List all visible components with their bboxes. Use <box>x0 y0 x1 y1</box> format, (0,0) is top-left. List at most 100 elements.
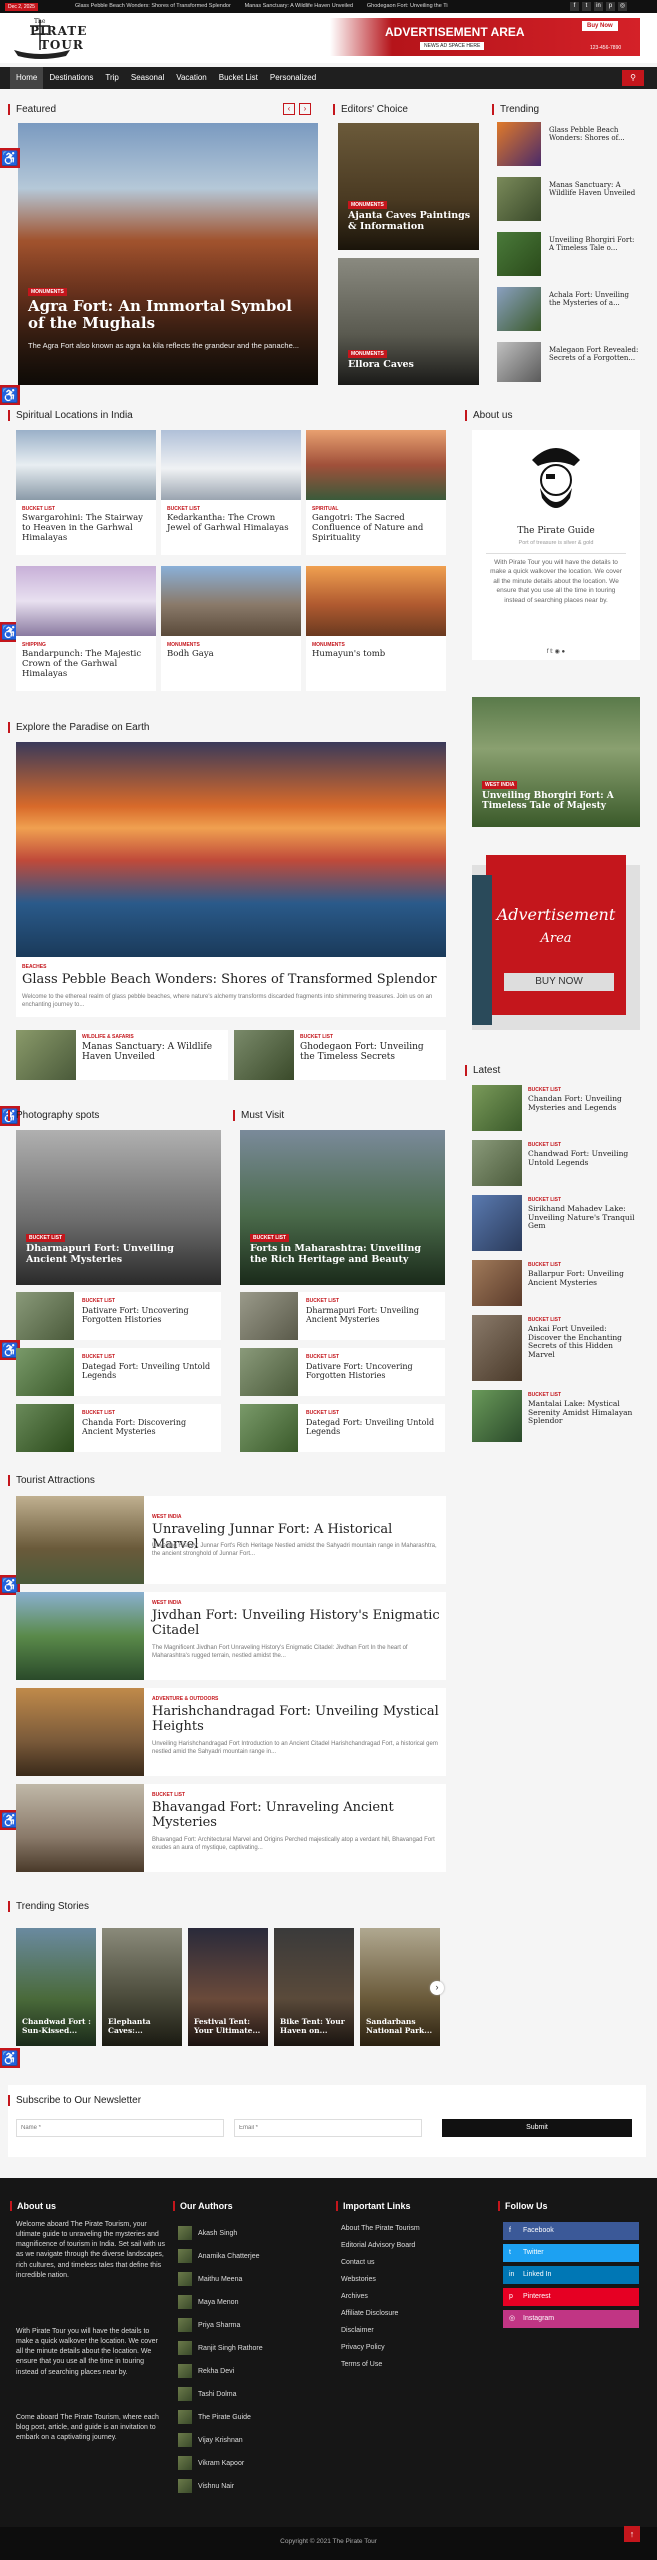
ticker-item[interactable]: Glass Pebble Beach Wonders: Shores of Tr… <box>75 3 231 9</box>
trending-item[interactable]: Unveiling Bhorgiri Fort: A Timeless Tale… <box>497 232 643 282</box>
featured-tag[interactable]: MONUMENTS <box>28 288 67 296</box>
card-tag[interactable]: SPIRITUAL <box>312 506 338 512</box>
author-link[interactable]: Ranjit Singh Rathore <box>178 2341 263 2355</box>
back-to-top-button[interactable]: ↑ <box>624 2526 640 2542</box>
spiritual-card[interactable]: MONUMENTS Bodh Gaya <box>161 566 301 691</box>
instagram-icon[interactable]: ● <box>562 649 566 655</box>
card-headline[interactable]: Chanda Fort: Discovering Ancient Mysteri… <box>82 1418 217 1436</box>
author-link[interactable]: Vishnu Nair <box>178 2479 234 2493</box>
story-title[interactable]: Elephanta Caves:... <box>108 2017 178 2035</box>
facebook-icon[interactable]: f <box>547 649 549 655</box>
news-ticker[interactable]: Glass Pebble Beach Wonders: Shores of Tr… <box>75 3 505 11</box>
latest-item[interactable]: BUCKET LIST Sirikhand Mahadev Lake: Unvei… <box>472 1195 640 1255</box>
latest-item[interactable]: BUCKET LIST Ankai Fort Unveiled: Discover… <box>472 1315 640 1385</box>
latest-item[interactable]: BUCKET LIST Chandan Fort: Unveiling Myste… <box>472 1085 640 1135</box>
footer-link[interactable]: Affiliate Disclosure <box>341 2310 398 2317</box>
card-tag[interactable]: SHIPPING <box>22 642 46 648</box>
card-tag[interactable]: BUCKET LIST <box>306 1410 339 1416</box>
twitter-icon[interactable]: 𝕥 <box>550 649 553 655</box>
card-tag[interactable]: BUCKET LIST <box>250 1234 290 1242</box>
card-headline[interactable]: Forts in Maharashtra: Unveiling the Rich… <box>250 1243 440 1266</box>
tourist-item[interactable]: ADVENTURE & OUTDOORS Harishchandragad For… <box>16 1688 446 1776</box>
author-link[interactable]: Tashi Dolma <box>178 2387 237 2401</box>
story-title[interactable]: Bike Tent: Your Haven on... <box>280 2017 350 2035</box>
mustvisit-item[interactable]: BUCKET LIST Dategad Fort: Unveiling Untol… <box>240 1404 445 1452</box>
photo-item[interactable]: BUCKET LIST Chanda Fort: Discovering Anci… <box>16 1404 221 1452</box>
nav-search-button[interactable]: ⚲ <box>622 70 644 86</box>
author-link[interactable]: Priya Sharma <box>178 2318 240 2332</box>
card-headline[interactable]: Dativare Fort: Uncovering Forgotten Hist… <box>306 1362 441 1380</box>
sidebar-ad[interactable]: Advertisement Area BUY NOW <box>472 855 640 1035</box>
facebook-icon[interactable]: f <box>570 2 579 11</box>
card-headline[interactable]: Bodh Gaya <box>167 649 297 660</box>
photo-item[interactable]: BUCKET LIST Dategad Fort: Unveiling Untol… <box>16 1348 221 1396</box>
card-tag[interactable]: BUCKET LIST <box>528 1197 561 1203</box>
photo-item[interactable]: BUCKET LIST Dativare Fort: Uncovering For… <box>16 1292 221 1340</box>
explore-headline[interactable]: Glass Pebble Beach Wonders: Shores of Tr… <box>22 972 442 988</box>
explore-image[interactable] <box>16 742 446 957</box>
nav-seasonal[interactable]: Seasonal <box>125 67 170 89</box>
story-card[interactable]: Elephanta Caves:... <box>102 1928 182 2046</box>
trending-thumb[interactable] <box>497 177 541 221</box>
story-card[interactable]: Festival Tent: Your Ultimate... <box>188 1928 268 2046</box>
promo-tag[interactable]: WEST INDIA <box>482 781 518 789</box>
trending-headline[interactable]: Achala Fort: Unveiling the Mysteries of … <box>549 291 639 307</box>
card-tag[interactable]: WEST INDIA <box>152 1600 181 1606</box>
footer-link[interactable]: Terms of Use <box>341 2361 382 2368</box>
card-tag[interactable]: BUCKET LIST <box>528 1262 561 1268</box>
card-headline[interactable]: Jivdhan Fort: Unveiling History's Enigma… <box>152 1608 442 1639</box>
linkedin-icon[interactable]: in <box>594 2 603 11</box>
featured-headline[interactable]: Agra Fort: An Immortal Symbol of the Mug… <box>28 297 308 333</box>
trending-headline[interactable]: Manas Sanctuary: A Wildlife Haven Unveil… <box>549 181 639 197</box>
card-headline[interactable]: Dharmapuri Fort: Unveiling Ancient Myste… <box>306 1306 441 1324</box>
nav-vacation[interactable]: Vacation <box>170 67 213 89</box>
editors-card-2[interactable]: MONUMENTS Ellora Caves <box>338 258 479 385</box>
card-tag[interactable]: BUCKET LIST <box>528 1392 561 1398</box>
ticker-item[interactable]: Manas Sanctuary: A Wildlife Haven Unveil… <box>245 3 354 9</box>
nav-trip[interactable]: Trip <box>99 67 124 89</box>
editors-headline[interactable]: Ajanta Caves Paintings & Information <box>348 210 473 233</box>
card-headline[interactable]: Dategad Fort: Unveiling Untold Legends <box>306 1418 441 1436</box>
ad-buy-button[interactable]: Buy Now <box>582 21 618 31</box>
card-headline[interactable]: Ghodegaon Fort: Unveiling the Timeless S… <box>300 1042 440 1063</box>
card-tag[interactable]: BUCKET LIST <box>528 1142 561 1148</box>
footer-link[interactable]: Editorial Advisory Board <box>341 2242 415 2249</box>
trending-headline[interactable]: Glass Pebble Beach Wonders: Shores of... <box>549 126 639 142</box>
card-headline[interactable]: Bhavangad Fort: Unraveling Ancient Myste… <box>152 1800 442 1831</box>
trending-thumb[interactable] <box>497 342 541 382</box>
card-tag[interactable]: BUCKET LIST <box>82 1298 115 1304</box>
mustvisit-item[interactable]: BUCKET LIST Dativare Fort: Uncovering For… <box>240 1348 445 1396</box>
footer-link[interactable]: Disclaimer <box>341 2327 374 2334</box>
card-tag[interactable]: BUCKET LIST <box>22 506 55 512</box>
story-card[interactable]: Bike Tent: Your Haven on... <box>274 1928 354 2046</box>
explore-small-card[interactable]: WILDLIFE & SAFARIS Manas Sanctuary: A Wil… <box>16 1030 228 1080</box>
card-tag[interactable]: BUCKET LIST <box>306 1354 339 1360</box>
author-link[interactable]: Akash Singh <box>178 2226 237 2240</box>
card-headline[interactable]: Chandan Fort: Unveiling Mysteries and Le… <box>528 1094 636 1112</box>
follow-linkedin-button[interactable]: in Linked In <box>503 2266 639 2284</box>
footer-link[interactable]: Webstories <box>341 2276 376 2283</box>
trending-item[interactable]: Glass Pebble Beach Wonders: Shores of... <box>497 122 643 172</box>
story-title[interactable]: Chandwad Fort : Sun-Kissed... <box>22 2017 92 2035</box>
story-title[interactable]: Sandarbans National Park... <box>366 2017 436 2035</box>
trending-thumb[interactable] <box>497 232 541 276</box>
mustvisit-main-card[interactable]: BUCKET LIST Forts in Maharashtra: Unveil… <box>240 1130 445 1285</box>
instagram-icon[interactable]: ◎ <box>618 2 627 11</box>
latest-item[interactable]: BUCKET LIST Ballarpur Fort: Unveiling Anc… <box>472 1260 640 1310</box>
card-headline[interactable]: Harishchandragad Fort: Unveiling Mystica… <box>152 1704 442 1735</box>
trending-item[interactable]: Achala Fort: Unveiling the Mysteries of … <box>497 287 643 337</box>
trending-headline[interactable]: Unveiling Bhorgiri Fort: A Timeless Tale… <box>549 236 639 252</box>
ad-box-buy-button[interactable]: BUY NOW <box>504 973 614 991</box>
card-tag[interactable]: BUCKET LIST <box>528 1317 561 1323</box>
promo-headline[interactable]: Unveiling Bhorgiri Fort: A Timeless Tale… <box>482 791 632 812</box>
tourist-item[interactable]: WEST INDIA Jivdhan Fort: Unveiling Histor… <box>16 1592 446 1680</box>
mustvisit-item[interactable]: BUCKET LIST Dharmapuri Fort: Unveiling An… <box>240 1292 445 1340</box>
about-promo-card[interactable]: WEST INDIA Unveiling Bhorgiri Fort: A Ti… <box>472 697 640 827</box>
explore-small-card[interactable]: BUCKET LIST Ghodegaon Fort: Unveiling the… <box>234 1030 446 1080</box>
card-headline[interactable]: Bandarpunch: The Majestic Crown of the G… <box>22 649 152 679</box>
nav-personalized[interactable]: Personalized <box>264 67 322 89</box>
editors-card-1[interactable]: MONUMENTS Ajanta Caves Paintings & Infor… <box>338 123 479 250</box>
card-tag[interactable]: ADVENTURE & OUTDOORS <box>152 1696 218 1702</box>
card-headline[interactable]: Chandwad Fort: Unveiling Untold Legends <box>528 1149 636 1167</box>
card-tag[interactable]: MONUMENTS <box>167 642 200 648</box>
